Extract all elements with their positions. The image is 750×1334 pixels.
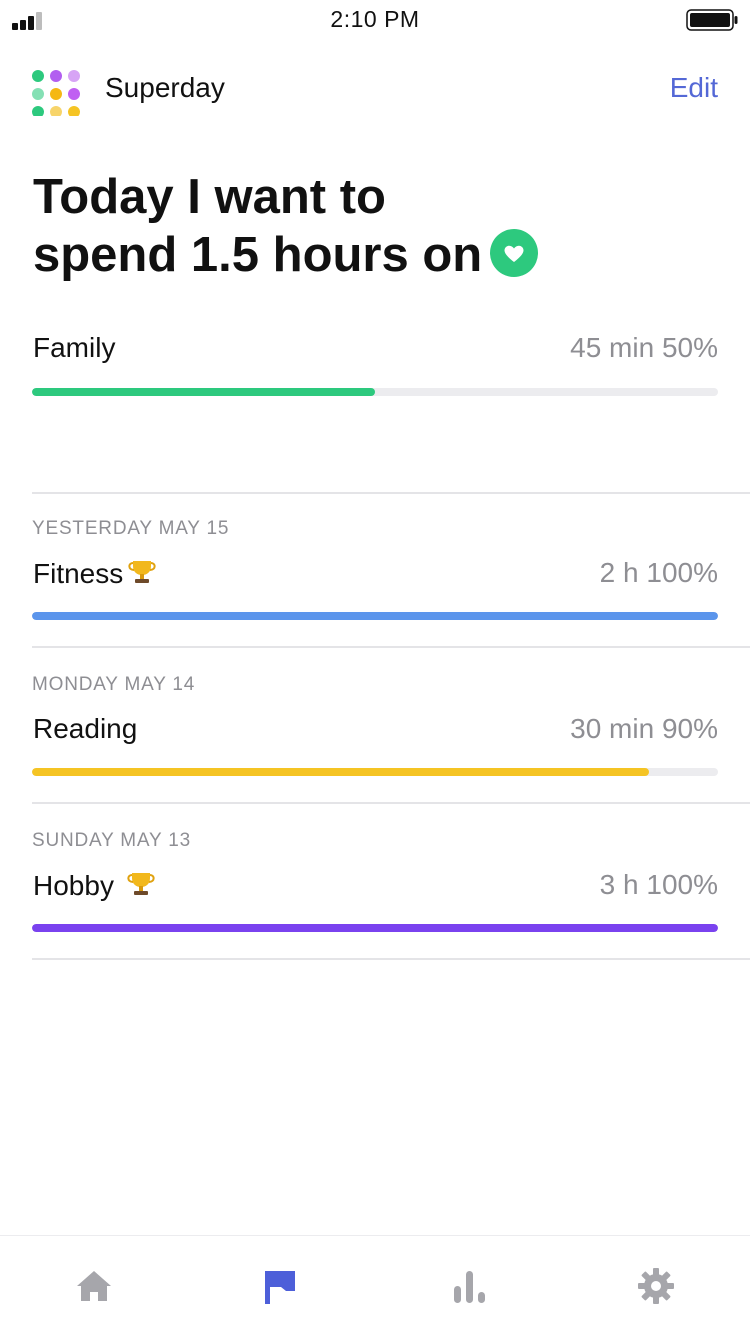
goal-duration: 30 min bbox=[570, 713, 655, 744]
goal-stats: 3 h 100% bbox=[600, 869, 718, 901]
goal-duration: 2 h bbox=[599, 557, 639, 588]
goal-date: MONDAY MAY 14 bbox=[32, 674, 196, 695]
page-title-line-1: Today I want to bbox=[33, 170, 386, 224]
status-bar: 2:10 PM bbox=[0, 0, 750, 40]
dots-grid-logo bbox=[32, 70, 80, 116]
gear-icon[interactable] bbox=[636, 1266, 676, 1306]
divider bbox=[32, 958, 750, 960]
flag-icon[interactable] bbox=[262, 1266, 302, 1306]
goal-date: YESTERDAY MAY 15 bbox=[32, 518, 230, 539]
goal-percent: 100% bbox=[646, 869, 718, 900]
divider bbox=[32, 646, 750, 648]
progress-track bbox=[32, 924, 718, 932]
trophy-icon bbox=[127, 873, 155, 895]
app-name: Superday bbox=[105, 72, 225, 103]
home-icon[interactable] bbox=[74, 1266, 114, 1306]
progress-track bbox=[32, 388, 718, 396]
battery-full-icon bbox=[686, 9, 738, 31]
goal-header: Hobby 3 h 100% bbox=[32, 869, 718, 909]
goal-name: Hobby bbox=[33, 869, 156, 902]
goal-percent: 90% bbox=[661, 713, 718, 744]
goal-name-text: Fitness bbox=[33, 558, 124, 589]
goal-stats: 2 h 100% bbox=[600, 557, 718, 589]
progress-track bbox=[32, 768, 718, 776]
goal-percent: 50% bbox=[661, 332, 718, 363]
goal-date: SUNDAY MAY 13 bbox=[32, 830, 191, 851]
edit-button[interactable]: Edit bbox=[670, 72, 718, 104]
tab-bar bbox=[0, 1235, 750, 1334]
history-goal[interactable]: MONDAY MAY 14 Reading 30 min 90% bbox=[32, 674, 718, 776]
trophy-icon bbox=[128, 561, 156, 583]
progress-track bbox=[32, 612, 718, 620]
heart-icon bbox=[490, 229, 539, 277]
today-goal[interactable]: Family 45 min 50% bbox=[32, 332, 718, 396]
goal-name: Reading bbox=[33, 713, 138, 744]
app-header: Superday Edit bbox=[0, 58, 750, 118]
goal-name: Fitness bbox=[33, 557, 157, 590]
goal-name-text: Hobby bbox=[33, 870, 114, 901]
status-time: 2:10 PM bbox=[330, 6, 420, 32]
goal-stats: 45 min 50% bbox=[570, 332, 718, 364]
goal-percent: 100% bbox=[646, 557, 718, 588]
divider bbox=[32, 802, 750, 804]
goal-name: Family bbox=[33, 332, 116, 363]
page-title-line-2: spend 1.5 hours on bbox=[33, 226, 723, 284]
goal-stats: 30 min 90% bbox=[570, 713, 718, 745]
goal-duration: 3 h bbox=[599, 869, 639, 900]
history-goal[interactable]: SUNDAY MAY 13 Hobby 3 h 100% bbox=[32, 830, 718, 932]
goal-header: Fitness 2 h 100% bbox=[32, 557, 718, 597]
divider bbox=[32, 492, 750, 494]
progress-fill bbox=[32, 924, 718, 932]
goal-header: Family 45 min 50% bbox=[32, 332, 718, 372]
goal-header: Reading 30 min 90% bbox=[32, 713, 718, 753]
goal-duration: 45 min bbox=[570, 332, 655, 363]
page-title: Today I want to spend 1.5 hours on bbox=[33, 168, 723, 284]
progress-fill bbox=[32, 388, 375, 396]
bar-chart-icon[interactable] bbox=[450, 1266, 490, 1306]
history-goal[interactable]: YESTERDAY MAY 15 Fitness 2 h 100% bbox=[32, 518, 718, 620]
progress-fill bbox=[32, 768, 650, 776]
page-title-line-2-text: spend 1.5 hours on bbox=[33, 228, 483, 282]
progress-fill bbox=[32, 612, 718, 620]
